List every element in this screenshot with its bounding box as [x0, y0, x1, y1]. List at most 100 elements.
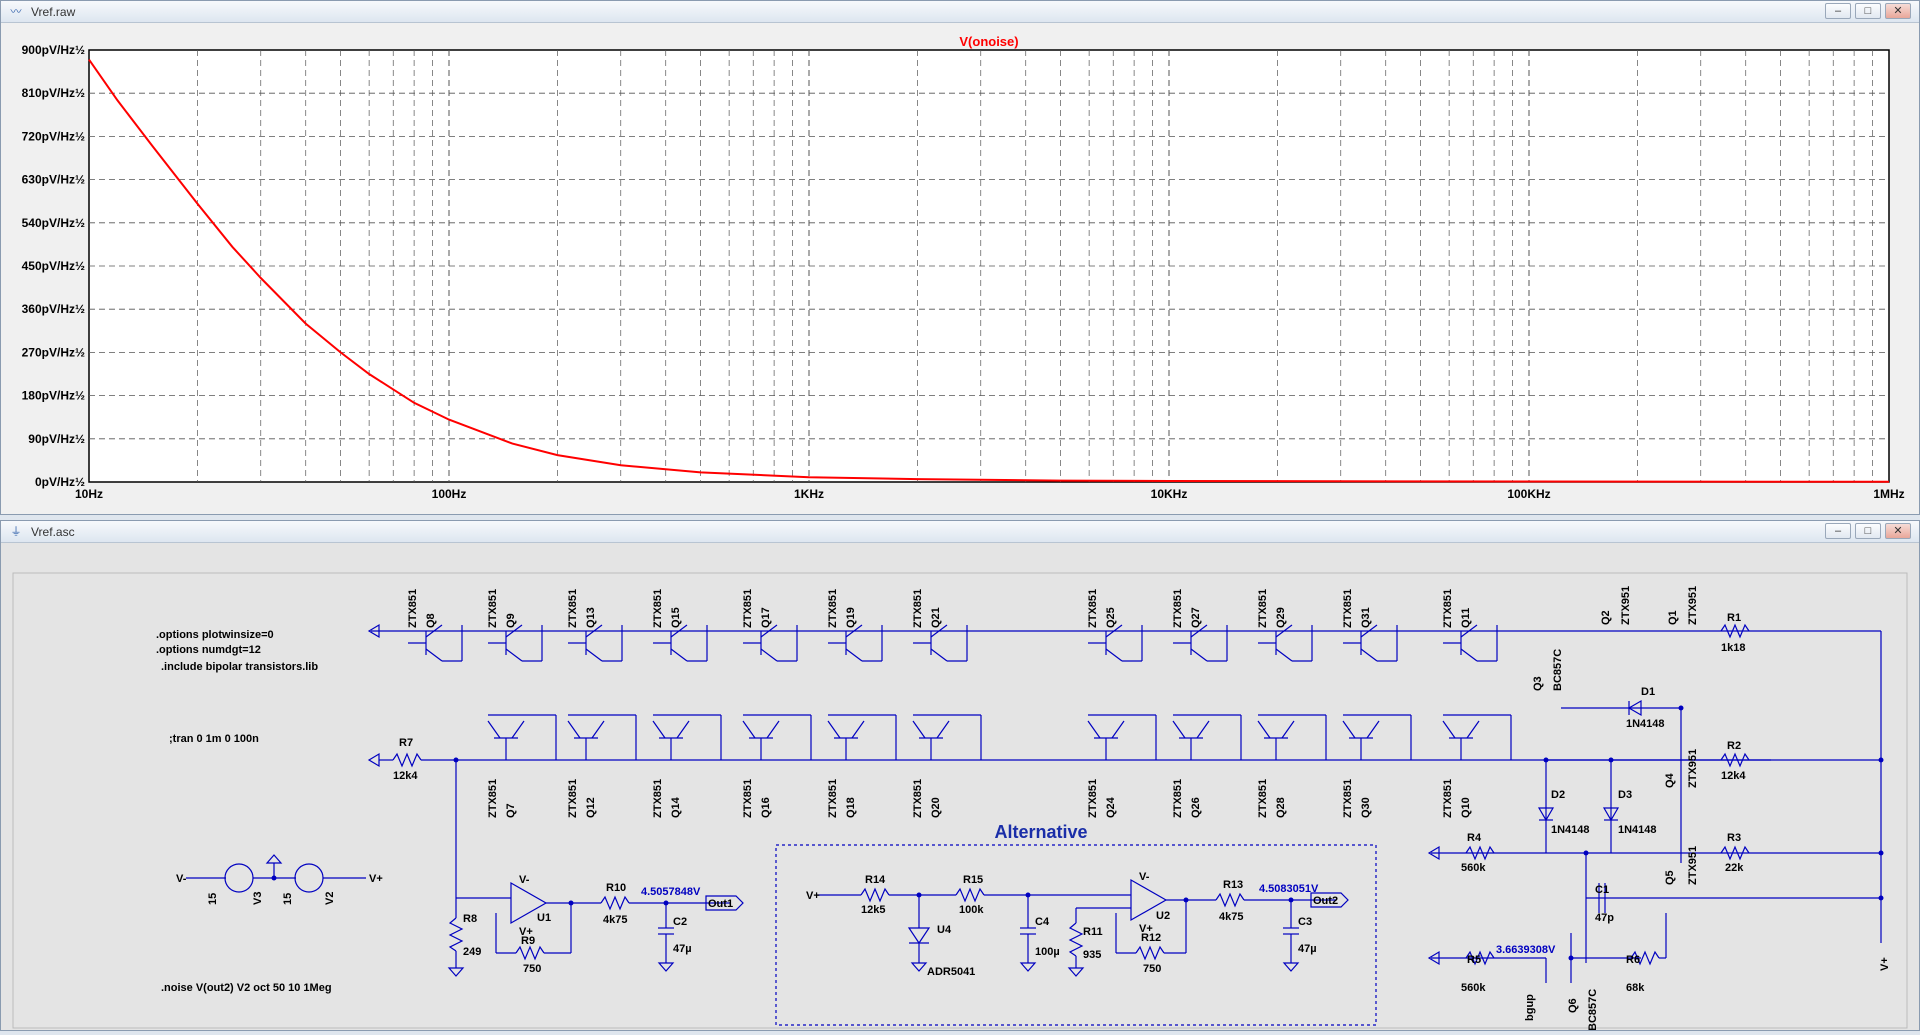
top-q21-ref[interactable]: Q21 [930, 607, 942, 628]
bot-q30-ref[interactable]: Q30 [1360, 797, 1372, 818]
q5-ref[interactable]: Q5 [1664, 870, 1676, 885]
u1-ref[interactable]: U1 [537, 912, 551, 924]
top-q8-ref[interactable]: Q8 [425, 613, 437, 628]
q1-ref[interactable]: Q1 [1667, 610, 1679, 625]
right-vplus[interactable]: V+ [1879, 957, 1891, 971]
top-q31-ref[interactable]: Q31 [1360, 607, 1372, 628]
r2-ref[interactable]: R2 [1727, 740, 1741, 752]
bot-q26-ref[interactable]: Q26 [1190, 797, 1202, 818]
directive-plotwinsize[interactable]: .options plotwinsize=0 [156, 629, 274, 641]
directive-noise[interactable]: .noise V(out2) V2 oct 50 10 1Meg [161, 982, 332, 994]
top-q13-ref[interactable]: Q13 [585, 607, 597, 628]
out2-voltage: 4.5083051V [1259, 883, 1319, 895]
alt-vplus[interactable]: V+ [806, 890, 820, 902]
c3-ref[interactable]: C3 [1298, 916, 1312, 928]
r3-ref[interactable]: R3 [1727, 832, 1741, 844]
r12-value: 750 [1143, 963, 1161, 975]
schematic-canvas[interactable]: .options plotwinsize=0 .options numdgt=1… [1, 543, 1919, 1031]
q2-ref[interactable]: Q2 [1600, 610, 1612, 625]
c2-value: 47µ [673, 943, 692, 955]
bot-q18-ref[interactable]: Q18 [845, 797, 857, 818]
directive-tran-comment[interactable]: ;tran 0 1m 0 100n [169, 733, 259, 745]
top-q25-ref[interactable]: Q25 [1105, 607, 1117, 628]
bgup-label[interactable]: bgup [1524, 994, 1536, 1021]
out2-label[interactable]: Out2 [1313, 895, 1338, 907]
u1-vplus: V+ [519, 926, 533, 938]
plot-window-title: Vref.raw [31, 5, 76, 19]
u4-model: ADR5041 [927, 966, 975, 978]
y-tick-label: 810pV/Hz½ [22, 86, 85, 100]
r4-ref[interactable]: R4 [1467, 832, 1482, 844]
bot-q7-ref[interactable]: Q7 [505, 803, 517, 818]
top-q19-ref[interactable]: Q19 [845, 607, 857, 628]
c1-ref[interactable]: C1 [1595, 884, 1609, 896]
q5-model: ZTX951 [1687, 846, 1699, 885]
q6-ref[interactable]: Q6 [1567, 998, 1579, 1013]
maximize-button[interactable]: □ [1855, 3, 1881, 19]
r6-ref[interactable]: R6 [1626, 954, 1640, 966]
r10-ref[interactable]: R10 [606, 882, 626, 894]
maximize-button[interactable]: □ [1855, 523, 1881, 539]
d2-value: 1N4148 [1551, 824, 1590, 836]
v-plus-label[interactable]: V+ [369, 873, 383, 885]
r1-ref[interactable]: R1 [1727, 612, 1741, 624]
v2-ref[interactable]: V2 [324, 892, 336, 905]
d1-ref[interactable]: D1 [1641, 686, 1655, 698]
v3-ref[interactable]: V3 [252, 892, 264, 905]
r9-value: 750 [523, 963, 541, 975]
close-button[interactable]: ✕ [1885, 3, 1911, 19]
bot-q16-ref[interactable]: Q16 [760, 797, 772, 818]
directive-numdgt[interactable]: .options numdgt=12 [156, 644, 261, 656]
r7-ref[interactable]: R7 [399, 737, 413, 749]
top-q13-model: ZTX851 [567, 589, 579, 628]
bot-q12-ref[interactable]: Q12 [585, 797, 597, 818]
bot-q28-ref[interactable]: Q28 [1275, 797, 1287, 818]
bot-q26-model: ZTX851 [1172, 779, 1184, 818]
r15-ref[interactable]: R15 [963, 874, 983, 886]
top-q11-ref[interactable]: Q11 [1460, 608, 1472, 628]
bgup-voltage: 3.6639308V [1496, 944, 1556, 956]
r14-value: 12k5 [861, 904, 885, 916]
top-q11-model: ZTX851 [1442, 589, 1454, 628]
v2-value: 15 [282, 893, 294, 905]
c4-ref[interactable]: C4 [1035, 916, 1050, 928]
c2-ref[interactable]: C2 [673, 916, 687, 928]
r5-ref[interactable]: R5 [1467, 954, 1481, 966]
d2-ref[interactable]: D2 [1551, 789, 1565, 801]
bot-q10-ref[interactable]: Q10 [1460, 797, 1472, 818]
plot-window-titlebar[interactable]: 〰 Vref.raw – □ ✕ [1, 1, 1919, 23]
r13-value: 4k75 [1219, 911, 1243, 923]
minimize-button[interactable]: – [1825, 3, 1851, 19]
q3-ref[interactable]: Q3 [1532, 676, 1544, 691]
x-tick-label: 1MHz [1873, 487, 1904, 501]
top-q15-ref[interactable]: Q15 [670, 607, 682, 628]
r8-ref[interactable]: R8 [463, 913, 477, 925]
minimize-button[interactable]: – [1825, 523, 1851, 539]
alternative-label: Alternative [994, 822, 1087, 842]
trace-title[interactable]: V(onoise) [959, 34, 1018, 49]
q6-model: BC857C [1587, 989, 1599, 1030]
bot-q24-ref[interactable]: Q24 [1105, 796, 1117, 818]
bot-q20-ref[interactable]: Q20 [930, 797, 942, 818]
r11-ref[interactable]: R11 [1083, 926, 1103, 938]
schematic-window-titlebar[interactable]: ⏚ Vref.asc – □ ✕ [1, 521, 1919, 543]
q4-ref[interactable]: Q4 [1664, 772, 1676, 788]
close-button[interactable]: ✕ [1885, 523, 1911, 539]
top-q29-ref[interactable]: Q29 [1275, 607, 1287, 628]
u4-ref[interactable]: U4 [937, 924, 952, 936]
out1-label[interactable]: Out1 [708, 898, 733, 910]
bot-q14-ref[interactable]: Q14 [670, 796, 682, 818]
top-q17-ref[interactable]: Q17 [760, 607, 772, 628]
top-q9-ref[interactable]: Q9 [505, 613, 517, 628]
r4-value: 560k [1461, 862, 1486, 874]
r13-ref[interactable]: R13 [1223, 879, 1243, 891]
bot-q10-model: ZTX851 [1442, 779, 1454, 818]
d3-ref[interactable]: D3 [1618, 789, 1632, 801]
u2-ref[interactable]: U2 [1156, 910, 1170, 922]
v-minus-label[interactable]: V- [176, 873, 187, 885]
r14-ref[interactable]: R14 [865, 874, 886, 886]
directive-include[interactable]: .include bipolar transistors.lib [161, 661, 318, 673]
top-q27-ref[interactable]: Q27 [1190, 607, 1202, 628]
r2-value: 12k4 [1721, 770, 1746, 782]
noise-plot[interactable]: 0pV/Hz½90pV/Hz½180pV/Hz½270pV/Hz½360pV/H… [1, 23, 1919, 514]
